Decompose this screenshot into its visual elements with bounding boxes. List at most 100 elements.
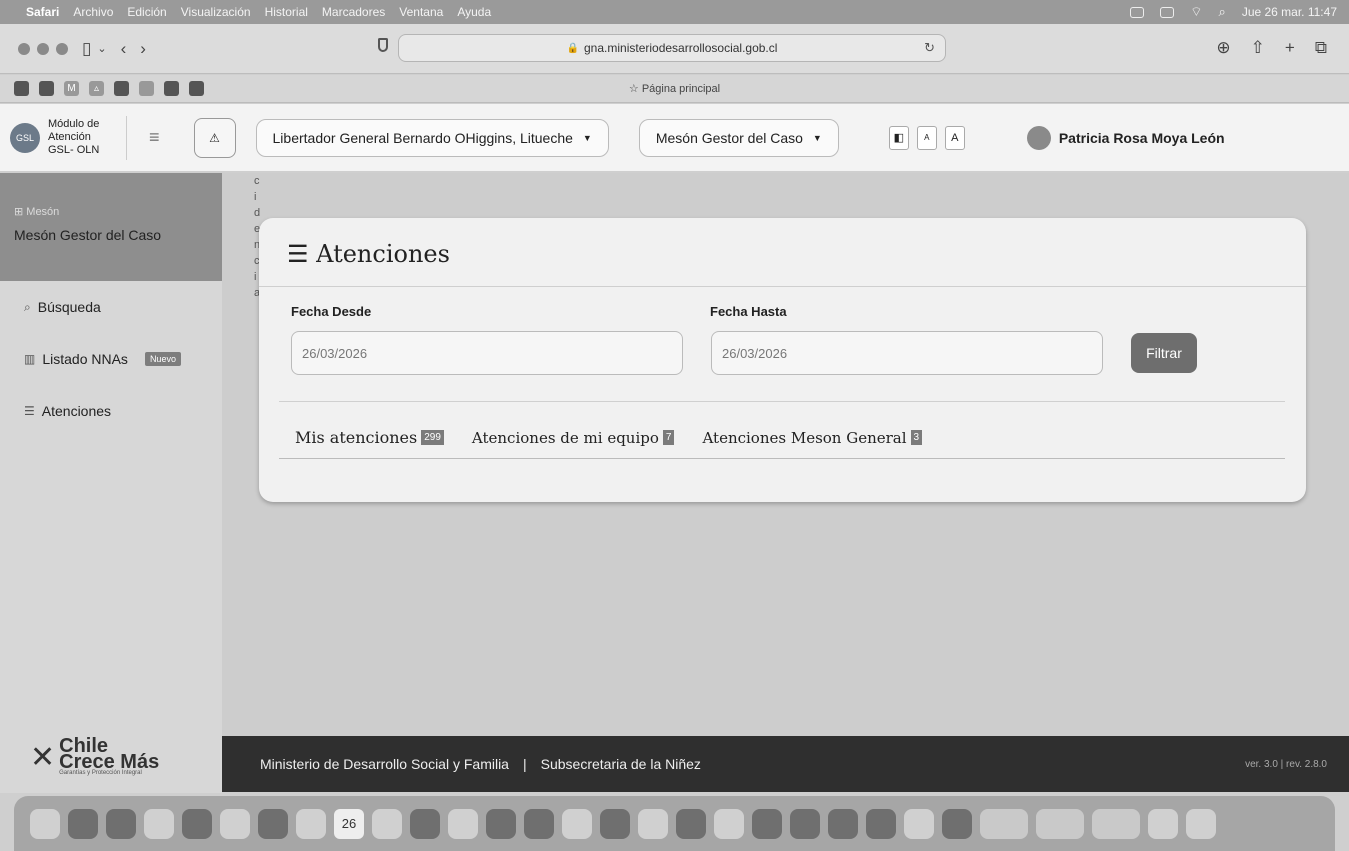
tab-overview-icon[interactable]: ⧉	[1315, 38, 1327, 58]
chrome-icon[interactable]	[144, 808, 174, 839]
battery-icon[interactable]	[1130, 6, 1145, 18]
trash-icon[interactable]	[1186, 808, 1216, 839]
menu-visualizacion[interactable]: Visualización	[181, 5, 251, 19]
list-icon: ☰	[24, 404, 35, 418]
sidebar-item-busqueda[interactable]: ⌕ Búsqueda	[0, 281, 222, 333]
music-icon[interactable]	[600, 808, 630, 839]
menubar-app-name[interactable]: Safari	[26, 5, 59, 19]
brand-line2: Crece Más	[59, 751, 160, 773]
recent-window-thumbnail[interactable]	[1036, 808, 1084, 839]
spotify-icon[interactable]	[752, 808, 782, 839]
photos-icon[interactable]	[258, 808, 288, 839]
app-header: GSL Módulo de Atención GSL- OLN ≡ ⚠ Libe…	[0, 104, 1349, 172]
favorite-icon[interactable]	[14, 81, 29, 96]
new-badge: Nuevo	[144, 352, 181, 366]
increase-font-button[interactable]: A	[944, 125, 965, 150]
word-icon[interactable]	[790, 808, 820, 839]
tab-mis-atenciones[interactable]: Mis atenciones 299	[295, 428, 444, 447]
user-menu[interactable]: Patricia Rosa Moya León	[1026, 125, 1225, 150]
notifications-button[interactable]: ⚠	[193, 117, 236, 158]
favorite-icon[interactable]	[114, 81, 129, 96]
privacy-shield-icon[interactable]	[378, 38, 388, 52]
contacts-icon[interactable]	[372, 808, 402, 839]
facetime-icon[interactable]	[296, 808, 326, 839]
apple-tv-icon[interactable]	[524, 808, 554, 839]
zoom-icon[interactable]	[828, 808, 858, 839]
forward-button[interactable]: ›	[140, 39, 146, 59]
location-select[interactable]: Libertador General Bernardo OHiggins, Li…	[255, 118, 609, 157]
recent-window-thumbnail[interactable]	[980, 808, 1028, 839]
control-center-icon[interactable]	[1160, 6, 1175, 18]
menubar-datetime[interactable]: Jue 26 mar. 11:47	[1242, 5, 1337, 19]
minimize-window-button[interactable]	[37, 42, 49, 55]
notes-icon[interactable]	[448, 808, 478, 839]
maps-icon[interactable]	[220, 808, 250, 839]
sidebar-section-sub: ⊞ Mesón	[14, 206, 60, 218]
launchpad-icon[interactable]	[68, 808, 98, 839]
sidebar-active-section[interactable]: ⊞ Mesón Mesón Gestor del Caso	[0, 173, 222, 281]
gmail-favorite-icon[interactable]: M	[64, 81, 79, 96]
wifi-icon[interactable]: ⌔	[1190, 4, 1202, 20]
reload-icon[interactable]: ↻	[924, 40, 935, 56]
new-tab-icon[interactable]: +	[1285, 38, 1295, 58]
fecha-hasta-field[interactable]	[711, 331, 1103, 375]
fecha-desde-field[interactable]	[291, 331, 683, 375]
menu-ventana[interactable]: Ventana	[399, 5, 443, 19]
chevron-down-icon[interactable]: ⌄	[97, 42, 106, 55]
sidebar-item-label: Listado NNAs	[42, 351, 128, 367]
system-settings-icon[interactable]	[714, 808, 744, 839]
reminders-icon[interactable]	[410, 808, 440, 839]
decrease-font-button[interactable]: A	[916, 125, 937, 150]
share-icon[interactable]: ⇧	[1251, 38, 1265, 58]
outlook-icon[interactable]	[866, 808, 896, 839]
macos-dock: 26	[14, 796, 1335, 851]
favorite-icon[interactable]	[189, 81, 204, 96]
spotlight-search-icon[interactable]: ⌕	[1219, 4, 1226, 20]
back-button[interactable]: ‹	[121, 39, 127, 59]
favorite-icon[interactable]	[39, 81, 54, 96]
card-header-divider	[259, 286, 1306, 287]
menu-marcadores[interactable]: Marcadores	[322, 5, 385, 19]
menu-toggle-icon[interactable]: ≡	[149, 127, 160, 148]
drive-favorite-icon[interactable]: ▵	[89, 81, 104, 96]
recent-window-thumbnail[interactable]	[1092, 808, 1140, 839]
mail-icon[interactable]	[182, 808, 212, 839]
page-title-text: Atenciones	[316, 240, 450, 268]
contrast-toggle-icon[interactable]: ◧	[888, 125, 909, 150]
address-bar[interactable]: 🔒 gna.ministeriodesarrollosocial.gob.cl …	[398, 34, 946, 62]
zoom-window-button[interactable]	[56, 42, 68, 55]
downloads-folder-icon[interactable]	[1148, 808, 1178, 839]
module-logo: GSL	[10, 122, 40, 153]
safari-icon[interactable]	[106, 808, 136, 839]
find-my-icon[interactable]	[638, 808, 668, 839]
close-window-button[interactable]	[18, 42, 30, 55]
lock-icon: 🔒	[566, 42, 579, 54]
menu-edicion[interactable]: Edición	[127, 5, 166, 19]
favorite-icon[interactable]	[164, 81, 179, 96]
sidebar-item-atenciones[interactable]: ☰ Atenciones	[0, 385, 222, 437]
tab-atenciones-de-mi-equipo[interactable]: Atenciones de mi equipo 7	[472, 429, 675, 447]
tabs-underline	[279, 458, 1285, 459]
filtrar-button[interactable]: Filtrar	[1131, 333, 1197, 373]
favorite-icon[interactable]	[139, 81, 154, 96]
teams-icon[interactable]	[904, 808, 934, 839]
stocks-icon[interactable]	[486, 808, 516, 839]
menu-historial[interactable]: Historial	[265, 5, 308, 19]
sidebar-item-listado-nnas[interactable]: ▥ Listado NNAs Nuevo	[0, 333, 222, 385]
user-name: Patricia Rosa Moya León	[1058, 129, 1225, 146]
menu-archivo[interactable]: Archivo	[73, 5, 113, 19]
filter-divider	[279, 401, 1285, 402]
preview-icon[interactable]	[942, 808, 972, 839]
menu-ayuda[interactable]: Ayuda	[457, 5, 491, 19]
location-select-value: Libertador General Bernardo OHiggins, Li…	[272, 129, 573, 146]
atenciones-tabs: Mis atenciones 299 Atenciones de mi equi…	[295, 428, 923, 447]
calendar-icon[interactable]: 26	[334, 808, 364, 839]
tab-label: Mis atenciones	[295, 428, 418, 447]
finder-icon[interactable]	[30, 808, 60, 839]
downloads-icon[interactable]: ⊕	[1216, 38, 1230, 58]
app-store-icon[interactable]	[676, 808, 706, 839]
podcasts-icon[interactable]	[562, 808, 592, 839]
desk-select[interactable]: Mesón Gestor del Caso ▼	[638, 118, 839, 157]
tab-atenciones-meson-general[interactable]: Atenciones Meson General 3	[702, 429, 923, 447]
sidebar-toggle-icon[interactable]: ▯	[82, 39, 91, 59]
